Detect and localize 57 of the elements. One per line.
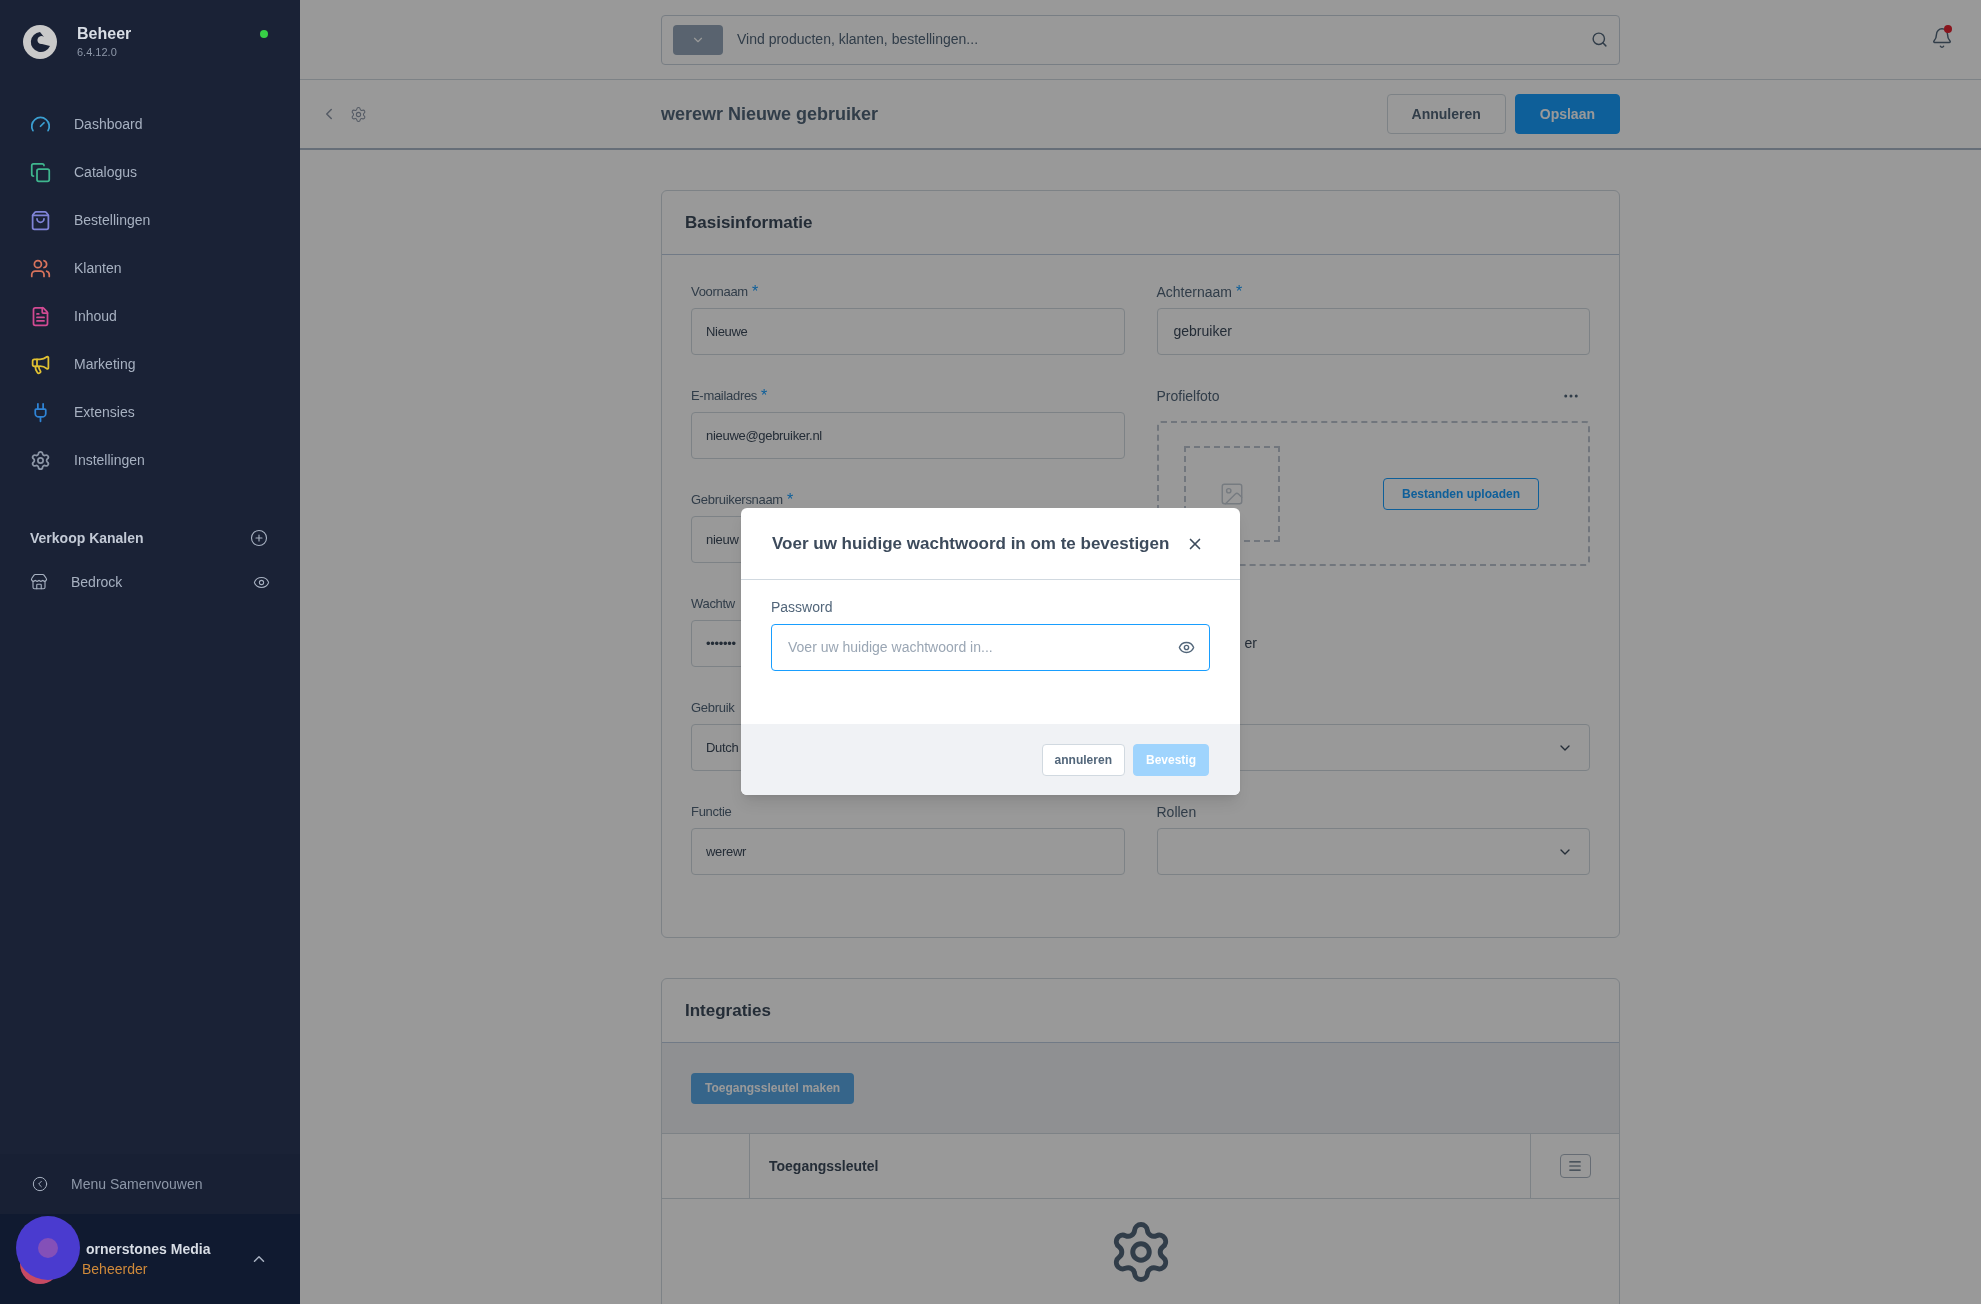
field-label: Wachtw (691, 595, 735, 614)
version-text: 6.4.12.0 (77, 45, 118, 60)
checkbox-label: er (1244, 634, 1257, 653)
dialog-title: Voer uw huidige wachtwoord in om te bevestigen (772, 532, 1170, 555)
search-input[interactable]: Vind producten, klanten, bestellingen... (737, 29, 1591, 50)
field-label: Profielfoto (1156, 386, 1220, 406)
notification-bell-icon[interactable] (1931, 27, 1953, 49)
password-field[interactable]: Voer uw huidige wachtwoord in... (771, 624, 1210, 671)
required-marker: * (751, 282, 759, 302)
search-type-dropdown[interactable] (673, 24, 723, 55)
field-label: Gebruikersnaam (691, 491, 783, 510)
menu-icon (1568, 1159, 1582, 1173)
search-icon[interactable] (1591, 31, 1608, 48)
card-title: Integraties (685, 999, 771, 1022)
user-name: ornerstones Media (86, 1240, 211, 1259)
collapse-icon[interactable] (32, 1176, 48, 1192)
field-label: Achternaam (1156, 282, 1232, 302)
nav-item[interactable]: Marketing (0, 340, 300, 388)
nav-item[interactable]: Bestellingen (0, 196, 300, 244)
text-field[interactable]: Nieuwe (691, 308, 1125, 355)
field-label: E-mailadres (691, 387, 758, 406)
nav-item[interactable]: Dashboard (0, 100, 300, 148)
nav-item[interactable]: Klanten (0, 244, 300, 292)
field-label: Password (771, 598, 834, 617)
brand-title: Beheer (77, 24, 132, 44)
field-label: Gebruik (691, 699, 735, 718)
text-field[interactable]: werewr (691, 828, 1125, 875)
card-title: Basisinformatie (685, 211, 813, 234)
section-title: Verkoop Kanalen (30, 528, 144, 548)
page-title: werewr Nieuwe gebruiker (661, 102, 879, 126)
cancel-button[interactable]: annuleren (1041, 743, 1125, 776)
field-label: Rollen (1156, 802, 1197, 822)
user-role: Beheerder (82, 1260, 149, 1279)
field-label: Functie (691, 803, 732, 822)
required-marker: * (1236, 282, 1243, 302)
required-marker: * (786, 490, 794, 510)
eye-icon[interactable] (1178, 639, 1195, 656)
nav-item[interactable]: Catalogus (0, 148, 300, 196)
password-input[interactable]: Voer uw huidige wachtwoord in... (788, 637, 1178, 658)
sales-channel-item[interactable]: Bedrock (71, 571, 123, 593)
collapse-menu-link[interactable]: Menu Samenvouwen (71, 1173, 203, 1195)
text-field[interactable]: gebruiker (1156, 308, 1590, 355)
logo-icon (22, 24, 58, 60)
nav-item[interactable]: Inhoud (0, 292, 300, 340)
column-settings-button[interactable] (1559, 1154, 1591, 1178)
nav-item[interactable]: Instellingen (0, 436, 300, 484)
settings-icon[interactable] (350, 105, 367, 123)
select-field[interactable] (1156, 828, 1590, 875)
required-marker: * (761, 386, 768, 406)
text-field[interactable]: nieuwe@gebruiker.nl (691, 412, 1125, 459)
store-icon (30, 573, 48, 591)
search-field[interactable]: Vind producten, klanten, bestellingen... (661, 14, 1620, 65)
field-label: Voornaam (691, 283, 748, 302)
nav-item[interactable]: Extensies (0, 388, 300, 436)
column-header[interactable]: Toegangssleutel (750, 1134, 1531, 1198)
cancel-button[interactable]: Annuleren (1386, 94, 1506, 134)
add-icon[interactable] (250, 529, 268, 547)
